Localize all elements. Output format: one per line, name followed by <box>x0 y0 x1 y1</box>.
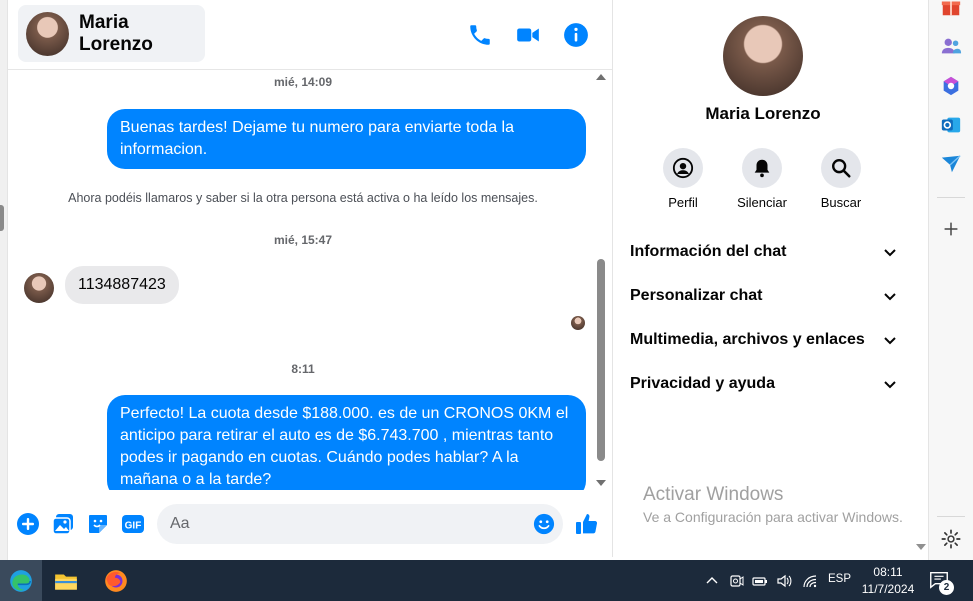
section-label: Información del chat <box>630 243 787 260</box>
search-action-button[interactable]: Buscar <box>801 148 881 210</box>
volume-icon[interactable] <box>776 560 792 601</box>
profile-icon <box>672 157 694 179</box>
emoji-icon[interactable] <box>533 513 555 535</box>
outlook-icon[interactable] <box>940 114 962 136</box>
message-list: mié, 14:09 Buenas tardes! Dejame tu nume… <box>8 70 612 490</box>
chat-header: Maria Lorenzo <box>8 0 612 70</box>
gif-label: GIF <box>125 521 142 532</box>
scroll-up-arrow-icon[interactable] <box>596 74 606 80</box>
sticker-icon[interactable] <box>86 512 110 536</box>
scroll-down-arrow-icon[interactable] <box>596 480 606 486</box>
section-label: Multimedia, archivos y enlaces <box>630 331 865 348</box>
outgoing-message[interactable]: Buenas tardes! Dejame tu numero para env… <box>107 109 586 169</box>
people-icon[interactable] <box>940 35 962 57</box>
send-icon[interactable] <box>940 153 962 175</box>
sidebar-divider <box>937 197 965 198</box>
settings-icon[interactable] <box>940 528 962 550</box>
watermark-subtitle: Ve a Configuración para activar Windows. <box>643 509 903 525</box>
mute-action-button[interactable]: Silenciar <box>722 148 802 210</box>
search-action-label: Buscar <box>820 195 862 210</box>
edge-icon[interactable] <box>0 560 42 601</box>
show-hidden-icons-button[interactable] <box>704 560 720 601</box>
thumbs-up-icon[interactable] <box>575 512 599 536</box>
contact-name: Maria Lorenzo <box>79 11 153 55</box>
message-scrollbar[interactable] <box>594 72 608 488</box>
profile-action-label: Perfil <box>668 195 698 210</box>
windows-taskbar: ESP 08:11 11/7/2024 2 <box>0 560 973 601</box>
contact-header-button[interactable]: Maria Lorenzo <box>18 5 205 62</box>
notification-badge: 2 <box>939 580 954 595</box>
chat-panel: Maria Lorenzo mié, 14:09 Buenas tardes! … <box>8 0 612 557</box>
message-input[interactable] <box>170 504 520 544</box>
section-chat-info[interactable]: Información del chat <box>630 237 898 267</box>
profile-avatar[interactable] <box>723 16 803 96</box>
plus-icon[interactable] <box>16 512 40 536</box>
gift-icon[interactable] <box>940 0 962 18</box>
activate-windows-watermark: Activar Windows Ve a Configuración para … <box>643 484 903 525</box>
collapse-handle[interactable] <box>0 205 4 231</box>
clock[interactable]: 08:11 11/7/2024 <box>856 564 920 598</box>
image-icon[interactable] <box>51 512 75 536</box>
left-edge-strip <box>0 0 8 560</box>
message-input-wrap[interactable] <box>157 504 563 544</box>
read-receipt-avatar <box>571 316 585 330</box>
mute-action-label: Silenciar <box>737 195 787 210</box>
timestamp: mié, 14:09 <box>273 75 333 89</box>
composer-bar: GIF <box>8 490 612 557</box>
timestamp: 8:11 <box>291 362 315 376</box>
chevron-up-icon <box>706 576 718 583</box>
camera-tray-icon[interactable] <box>729 560 745 601</box>
chevron-down-icon <box>884 337 896 345</box>
video-camera-icon[interactable] <box>515 22 541 48</box>
firefox-icon[interactable] <box>95 560 137 601</box>
screen: Maria Lorenzo mié, 14:09 Buenas tardes! … <box>0 0 973 601</box>
chevron-down-icon <box>884 249 896 257</box>
battery-icon[interactable] <box>752 560 768 601</box>
search-icon <box>832 159 851 178</box>
sidebar-divider <box>937 516 965 517</box>
section-label: Personalizar chat <box>630 287 763 304</box>
copilot-icon[interactable] <box>940 75 962 97</box>
profile-name: Maria Lorenzo <box>705 104 821 123</box>
phone-icon[interactable] <box>467 22 493 48</box>
incoming-message[interactable]: 1134887423 <box>65 266 179 304</box>
outgoing-message[interactable]: Perfecto! La cuota desde $188.000. es de… <box>107 395 586 490</box>
section-label: Privacidad y ayuda <box>630 375 775 392</box>
clock-date: 11/7/2024 <box>861 582 915 596</box>
section-customize-chat[interactable]: Personalizar chat <box>630 281 898 311</box>
clock-time: 08:11 <box>873 565 903 579</box>
system-note: Ahora podéis llamaros y saber si la otra… <box>68 191 538 205</box>
chevron-down-icon <box>884 381 896 389</box>
timestamp: mié, 15:47 <box>273 233 333 247</box>
contact-avatar <box>26 11 70 56</box>
watermark-title: Activar Windows <box>643 484 784 505</box>
profile-action-button[interactable]: Perfil <box>643 148 723 210</box>
edge-sidebar <box>928 0 973 560</box>
network-icon[interactable] <box>802 560 818 601</box>
gif-icon[interactable]: GIF <box>121 512 145 536</box>
add-icon[interactable] <box>940 218 962 240</box>
chevron-down-icon <box>884 293 896 301</box>
info-icon[interactable] <box>563 22 589 48</box>
sender-avatar[interactable] <box>24 273 54 303</box>
notification-center-button[interactable]: 2 <box>928 569 954 595</box>
scrollbar-thumb[interactable] <box>597 259 605 461</box>
file-explorer-icon[interactable] <box>45 560 87 601</box>
conversation-info-panel: Maria Lorenzo Perfil Silenciar Buscar In… <box>613 0 928 557</box>
scroll-down-arrow-icon[interactable] <box>916 544 926 550</box>
section-privacy-help[interactable]: Privacidad y ayuda <box>630 369 898 399</box>
language-indicator[interactable]: ESP <box>828 573 851 585</box>
bell-icon <box>754 159 770 178</box>
section-media-files-links[interactable]: Multimedia, archivos y enlaces <box>630 325 898 355</box>
